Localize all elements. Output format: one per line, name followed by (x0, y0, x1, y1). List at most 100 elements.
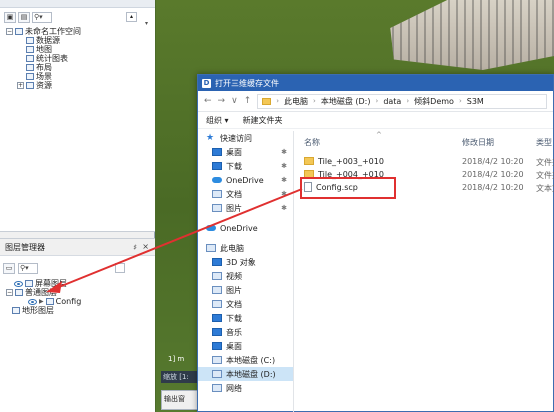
nav-item-pictures[interactable]: 图片 ✱ (198, 201, 293, 215)
nav-item-desktop-pc[interactable]: 桌面 (198, 339, 293, 353)
scroll-arrow-icon[interactable]: ▾ (145, 20, 151, 27)
workspace-search-button[interactable]: ⚲▾ (32, 11, 52, 23)
nav-item-videos[interactable]: 视频 (198, 269, 293, 283)
nav-label: 此电脑 (220, 243, 244, 253)
pin-icon[interactable]: ✱ (281, 190, 287, 198)
column-type[interactable]: 类型 (536, 137, 552, 148)
tree-item-resources[interactable]: + 资源 (6, 81, 81, 90)
column-name[interactable]: 名称 (304, 137, 320, 148)
breadcrumb-item[interactable]: S3M (467, 97, 484, 106)
breadcrumb-item[interactable]: 此电脑 (284, 96, 308, 107)
nav-label: 桌面 (226, 341, 242, 351)
nav-item-onedrive[interactable]: OneDrive (198, 221, 293, 235)
tree-item-maps[interactable]: 地图 (6, 45, 81, 54)
play-icon[interactable]: ▶ (39, 298, 44, 305)
layer-toolbar: ▭ ⚲▾ (3, 263, 38, 274)
breadcrumb-item[interactable]: data (383, 97, 401, 106)
workspace-titlebar (0, 0, 155, 8)
nav-item-quick-access[interactable]: ★ 快速访问 (198, 131, 293, 145)
layer-item-normal[interactable]: − 普通图层 (6, 288, 81, 297)
breadcrumb-separator: › (375, 97, 379, 105)
layer-tree: 屏幕图层 − 普通图层 ▶ Config 地形图层 (6, 279, 81, 315)
pin-icon[interactable]: ✱ (281, 162, 287, 170)
expand-icon[interactable]: + (17, 82, 24, 89)
layer-search-button[interactable]: ⚲▾ (18, 263, 38, 274)
pin-icon[interactable]: ✱ (281, 148, 287, 156)
nav-item-drive-d[interactable]: 本地磁盘 (D:) (198, 367, 293, 381)
eye-icon[interactable] (14, 280, 23, 287)
nav-item-music[interactable]: 音乐 (198, 325, 293, 339)
tree-item-workspace[interactable]: − 未命名工作空间 (6, 27, 81, 36)
eye-icon[interactable] (28, 298, 37, 305)
dialog-title: 打开三维缓存文件 (215, 78, 279, 88)
cache-layer-icon (45, 298, 54, 305)
pin-icon[interactable]: ✱ (281, 176, 287, 184)
address-bar: ← → ∨ ↑ › 此电脑 › 本地磁盘 (D:) › data › 倾斜Dem… (198, 91, 553, 112)
pin-icon[interactable]: ♯ (133, 243, 137, 252)
layer-scroll-up-button[interactable] (115, 263, 125, 273)
nav-item-this-pc[interactable]: 此电脑 (198, 241, 293, 255)
workspace-open-button[interactable]: ▤ (18, 11, 30, 23)
nav-item-network[interactable]: 网络 (198, 381, 293, 395)
file-row-tile-003[interactable]: Tile_+003_+010 (304, 155, 384, 167)
nav-item-onedrive-quick[interactable]: OneDrive ✱ (198, 173, 293, 187)
collapse-icon[interactable]: − (6, 289, 13, 296)
nav-item-drive-c[interactable]: 本地磁盘 (C:) (198, 353, 293, 367)
tree-item-charts[interactable]: 统计图表 (6, 54, 81, 63)
pin-icon[interactable]: ✱ (281, 204, 287, 212)
up-icon[interactable]: ↑ (244, 96, 252, 106)
nav-item-downloads[interactable]: 下载 ✱ (198, 159, 293, 173)
scene-icon (26, 73, 34, 80)
layer-menu-button[interactable]: ▭ (3, 263, 15, 274)
column-date[interactable]: 修改日期 (462, 137, 494, 148)
file-date: 2018/4/2 10:20 (462, 183, 524, 192)
file-date: 2018/4/2 10:20 (462, 170, 524, 179)
desktop-icon (212, 148, 222, 156)
left-dock: ▣ ▤ ⚲▾ ▴ ▾ − 未命名工作空间 数据源 地图 统计图表 布局 场景 +… (0, 0, 155, 412)
nav-item-documents-pc[interactable]: 文档 (198, 297, 293, 311)
nav-label: 桌面 (226, 147, 242, 157)
workspace-menu-button[interactable]: ▣ (4, 11, 16, 23)
tree-item-label: 数据源 (36, 36, 60, 45)
workspace-scroll-up-button[interactable]: ▴ (126, 12, 137, 22)
layer-item-terrain[interactable]: 地形图层 (6, 306, 81, 315)
forward-icon[interactable]: → (218, 96, 226, 106)
new-folder-button[interactable]: 新建文件夹 (243, 115, 283, 126)
nav-label: 网络 (226, 383, 242, 393)
nav-item-desktop[interactable]: 桌面 ✱ (198, 145, 293, 159)
layer-label: 普通图层 (25, 288, 57, 297)
breadcrumb[interactable]: › 此电脑 › 本地磁盘 (D:) › data › 倾斜Demo › S3M (257, 93, 548, 109)
collapse-icon[interactable]: − (6, 28, 13, 35)
file-name: Tile_+003_+010 (318, 156, 384, 166)
computer-icon (206, 244, 216, 252)
nav-item-pictures-pc[interactable]: 图片 (198, 283, 293, 297)
layer-label: Config (55, 297, 82, 306)
tree-item-layouts[interactable]: 布局 (6, 63, 81, 72)
close-icon[interactable]: × (142, 242, 149, 251)
nav-item-3d-objects[interactable]: 3D 对象 (198, 255, 293, 269)
command-bar: 组织 ▾ 新建文件夹 (198, 112, 553, 129)
workspace-tree: − 未命名工作空间 数据源 地图 统计图表 布局 场景 + 资源 (6, 27, 81, 90)
nav-label: 文档 (226, 299, 242, 309)
nav-label: 本地磁盘 (C:) (226, 355, 276, 365)
back-icon[interactable]: ← (204, 96, 212, 106)
breadcrumb-separator: › (406, 97, 410, 105)
picture-icon (212, 286, 222, 294)
breadcrumb-item[interactable]: 本地磁盘 (D:) (321, 96, 371, 107)
breadcrumb-item[interactable]: 倾斜Demo (414, 96, 454, 107)
output-window-tab[interactable]: 输出窗 (161, 390, 201, 410)
nav-item-documents[interactable]: 文档 ✱ (198, 187, 293, 201)
tree-item-scenes[interactable]: 场景 (6, 72, 81, 81)
download-icon (212, 314, 222, 322)
organize-button[interactable]: 组织 ▾ (206, 115, 229, 126)
picture-icon (212, 204, 222, 212)
chevron-down-icon[interactable]: ∨ (231, 96, 238, 106)
nav-item-downloads-pc[interactable]: 下载 (198, 311, 293, 325)
desktop-icon (212, 342, 222, 350)
document-icon (212, 190, 222, 198)
nav-label: 快速访问 (220, 133, 252, 143)
breadcrumb-separator: › (276, 97, 280, 105)
nav-label: 视频 (226, 271, 242, 281)
datasource-icon (26, 37, 34, 44)
tree-item-datasources[interactable]: 数据源 (6, 36, 81, 45)
